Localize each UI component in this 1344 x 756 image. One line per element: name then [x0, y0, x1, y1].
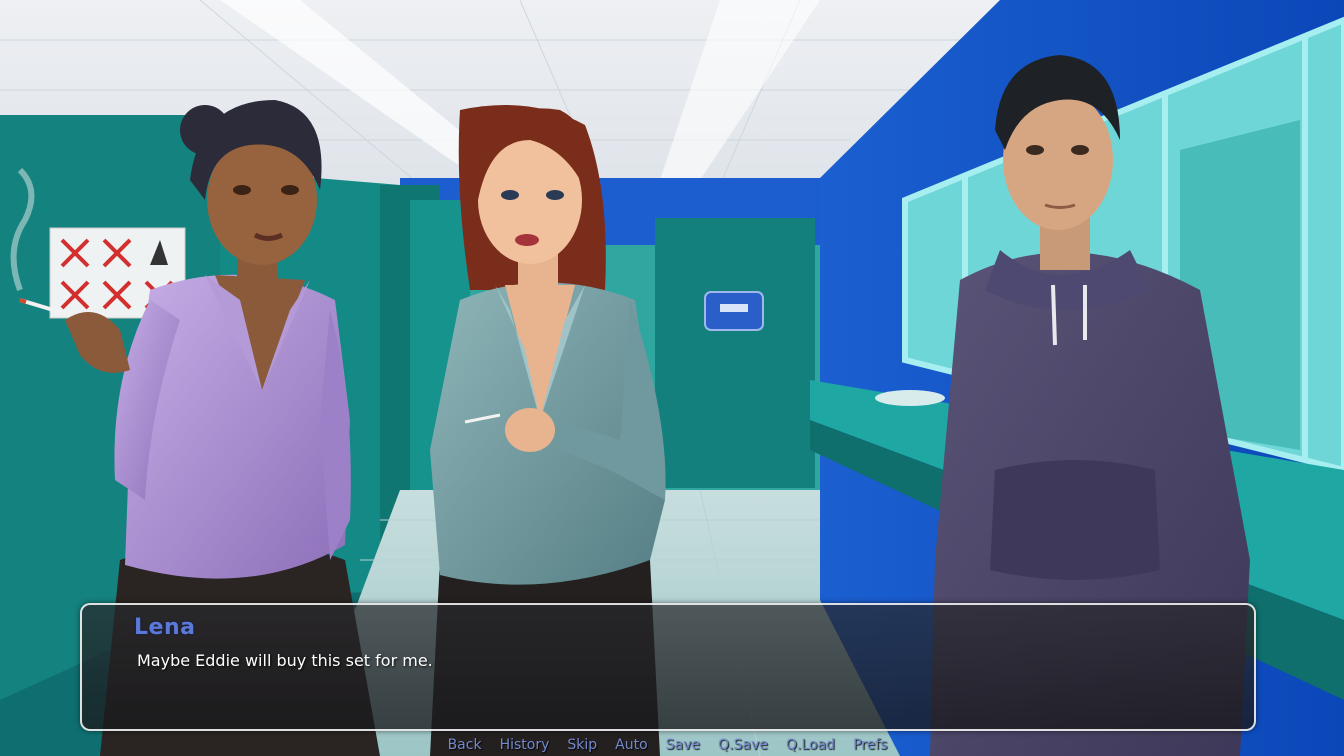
quick-menu-history-button[interactable]: History: [500, 735, 550, 756]
quick-menu-back-button[interactable]: Back: [448, 735, 482, 756]
quick-menu-qload-button[interactable]: Q.Load: [786, 735, 835, 756]
hand-dryer-icon: [704, 291, 764, 331]
speaker-name: Lena: [134, 615, 196, 640]
dialogue-text: Maybe Eddie will buy this set for me.: [137, 651, 433, 670]
quick-menu-prefs-button[interactable]: Prefs: [853, 735, 887, 756]
quick-menu-skip-button[interactable]: Skip: [567, 735, 597, 756]
quick-menu-auto-button[interactable]: Auto: [615, 735, 648, 756]
quick-menu: Back History Skip Auto Save Q.Save Q.Loa…: [0, 735, 1344, 756]
dialogue-box[interactable]: Lena Maybe Eddie will buy this set for m…: [80, 603, 1256, 731]
quick-menu-qsave-button[interactable]: Q.Save: [718, 735, 768, 756]
quick-menu-save-button[interactable]: Save: [666, 735, 700, 756]
